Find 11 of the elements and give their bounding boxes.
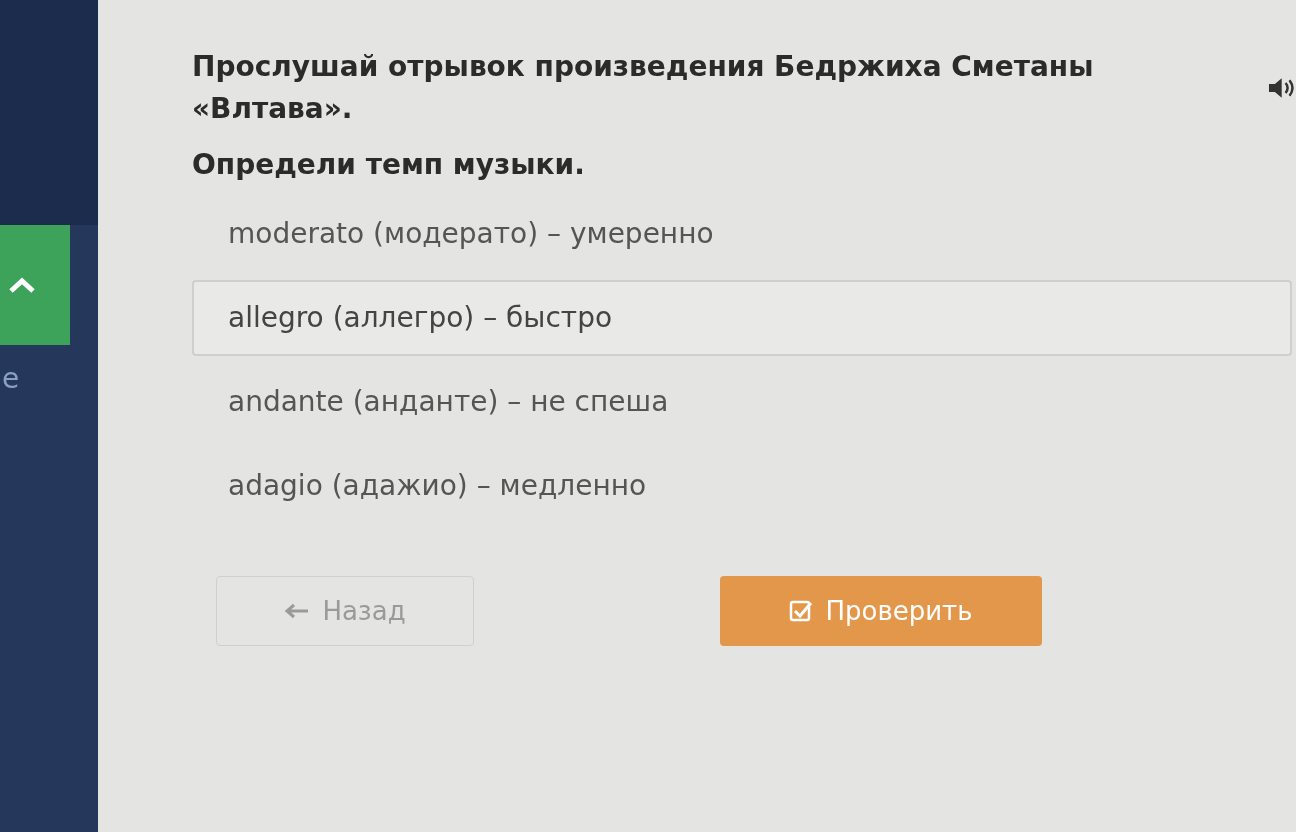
chevron-up-icon xyxy=(8,277,36,293)
arrow-left-icon xyxy=(284,603,311,619)
checkbox-icon xyxy=(789,599,814,623)
speaker-icon[interactable] xyxy=(1266,76,1296,100)
answer-option[interactable]: adagio (адажио) – медленно xyxy=(192,448,1292,524)
answer-option[interactable]: allegro (аллегро) – быстро xyxy=(192,280,1292,356)
answer-option[interactable]: moderato (модерато) – умеренно xyxy=(192,196,1292,272)
task-title: Прослушай отрывок произведения Бедржиха Сметаны «Влтава». xyxy=(192,49,1095,127)
question-text: Определи темп музыки. xyxy=(192,147,586,183)
sidebar-label: e xyxy=(1,365,21,393)
answer-option[interactable]: andante (анданте) – не спеша xyxy=(192,364,1292,440)
